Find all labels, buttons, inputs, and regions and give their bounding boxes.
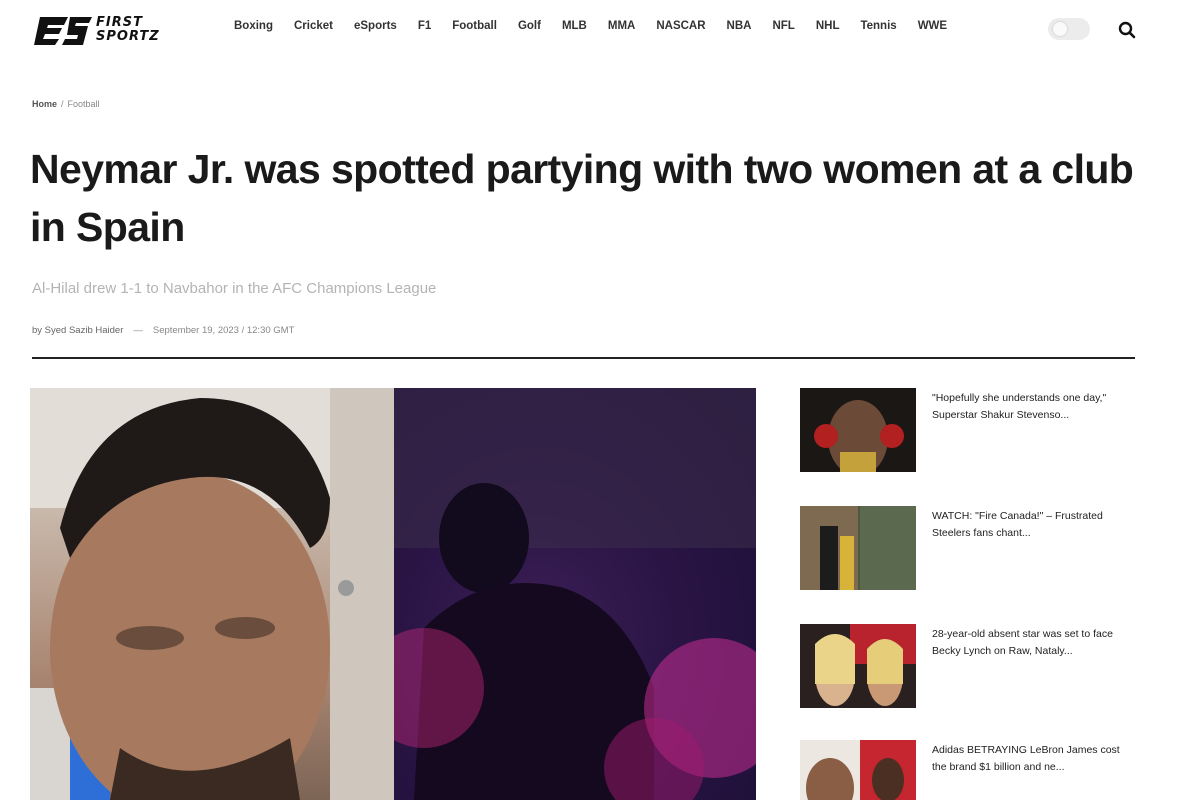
related-headline[interactable]: Adidas BETRAYING LeBron James cost the b… — [932, 742, 1132, 776]
nav-item-tennis[interactable]: Tennis — [860, 20, 896, 32]
related-article[interactable]: 28-year-old absent star was set to face … — [800, 624, 1145, 708]
related-article[interactable]: "Hopefully she understands one day," Sup… — [800, 388, 1145, 472]
search-icon[interactable] — [1117, 20, 1137, 40]
nav-item-nhl[interactable]: NHL — [816, 20, 840, 32]
article-date: September 19, 2023 / 12:30 GMT — [152, 325, 295, 336]
meta-separator: — — [133, 325, 143, 336]
club-illustration — [364, 388, 756, 800]
related-headline[interactable]: 28-year-old absent star was set to face … — [932, 626, 1132, 660]
breadcrumb-separator: / — [61, 99, 64, 109]
boxing-thumbnail-image — [800, 388, 916, 472]
hero-image — [30, 388, 756, 800]
nav-item-nba[interactable]: NBA — [727, 20, 752, 32]
related-thumbnail[interactable] — [800, 740, 916, 800]
title-divider — [32, 357, 1135, 359]
nav-item-boxing[interactable]: Boxing — [234, 20, 273, 32]
related-thumbnail[interactable] — [800, 506, 916, 590]
article-subtitle: Al-Hilal drew 1-1 to Navbahor in the AFC… — [32, 280, 437, 297]
breadcrumb: Home / Football — [32, 99, 100, 109]
nav-item-cricket[interactable]: Cricket — [294, 20, 333, 32]
breadcrumb-home[interactable]: Home — [32, 99, 57, 109]
logo-text-line1: FIRST — [96, 15, 143, 30]
nav-item-nascar[interactable]: NASCAR — [656, 20, 705, 32]
related-headline[interactable]: WATCH: "Fire Canada!" – Frustrated Steel… — [932, 508, 1132, 542]
wrestling-thumbnail-image — [800, 624, 916, 708]
basketball-thumbnail-image — [800, 740, 916, 800]
portrait-illustration — [30, 388, 394, 800]
nav-item-f1[interactable]: F1 — [418, 20, 431, 32]
breadcrumb-current[interactable]: Football — [68, 99, 100, 109]
related-headline[interactable]: "Hopefully she understands one day," Sup… — [932, 390, 1132, 424]
article-author[interactable]: by Syed Sazib Haider — [32, 325, 123, 336]
nav-item-wwe[interactable]: WWE — [918, 20, 947, 32]
related-article[interactable]: Adidas BETRAYING LeBron James cost the b… — [800, 740, 1145, 800]
fans-thumbnail-image — [800, 506, 916, 590]
nav-item-esports[interactable]: eSports — [354, 20, 397, 32]
dark-mode-toggle[interactable] — [1048, 18, 1090, 40]
main-nav: Boxing Cricket eSports F1 Football Golf … — [234, 20, 968, 32]
article-title: Neymar Jr. was spotted partying with two… — [30, 146, 1134, 250]
nav-item-football[interactable]: Football — [452, 20, 497, 32]
logo-text: FIRST SPORTZ — [96, 16, 160, 44]
site-logo[interactable]: FIRST SPORTZ — [34, 12, 194, 48]
logo-mark-icon — [34, 17, 92, 45]
nav-item-mlb[interactable]: MLB — [562, 20, 587, 32]
site-header: FIRST SPORTZ Boxing Cricket eSports F1 F… — [0, 0, 1200, 62]
toggle-knob — [1053, 22, 1067, 36]
nav-item-nfl[interactable]: NFL — [772, 20, 794, 32]
article-meta: by Syed Sazib Haider — September 19, 202… — [32, 325, 294, 336]
hero-image-portrait — [30, 388, 394, 800]
logo-text-line2: SPORTZ — [96, 29, 160, 44]
nav-item-mma[interactable]: MMA — [608, 20, 635, 32]
hero-image-club — [364, 388, 756, 800]
nav-item-golf[interactable]: Golf — [518, 20, 541, 32]
related-article[interactable]: WATCH: "Fire Canada!" – Frustrated Steel… — [800, 506, 1145, 590]
related-thumbnail[interactable] — [800, 624, 916, 708]
related-thumbnail[interactable] — [800, 388, 916, 472]
